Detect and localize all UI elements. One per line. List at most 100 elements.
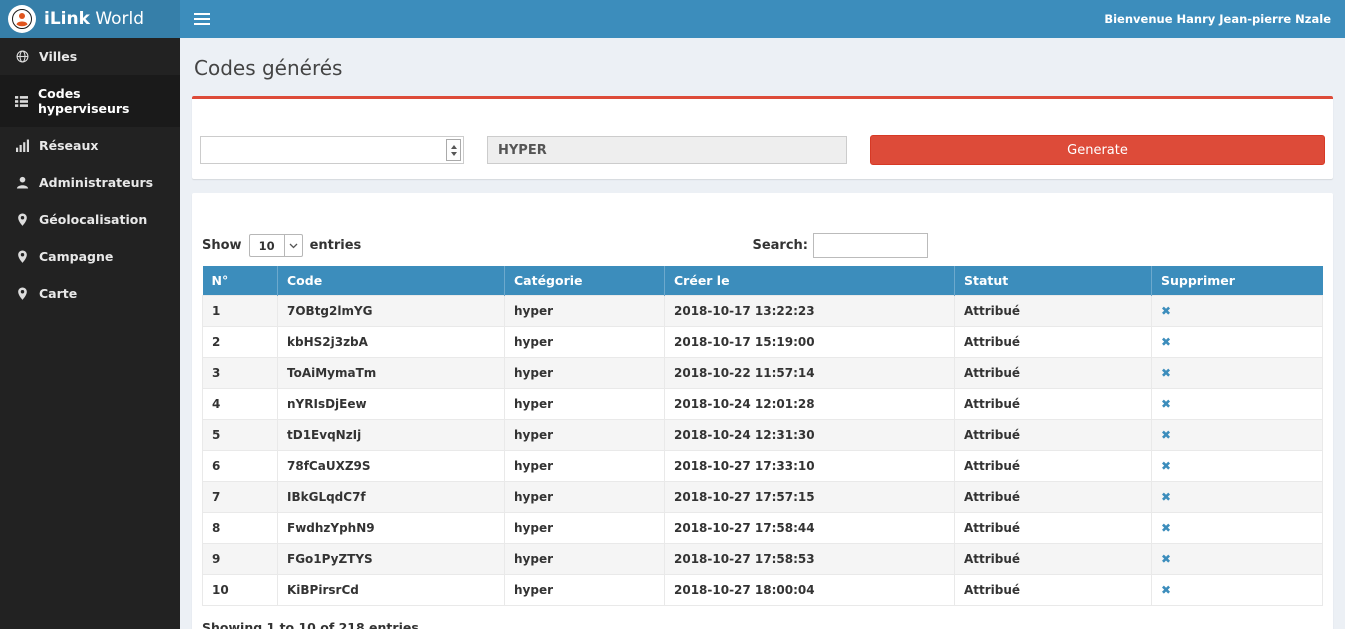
cell-code: ToAiMymaTm: [278, 358, 505, 389]
cell-created: 2018-10-17 13:22:23: [665, 296, 955, 327]
cell-status: Attribué: [955, 482, 1152, 513]
brand: iLink World: [0, 0, 180, 38]
cell-code: nYRIsDjEew: [278, 389, 505, 420]
spinner-up-icon[interactable]: [451, 145, 457, 149]
brand-name: iLink World: [44, 9, 144, 29]
table-row: 17OBtg2lmYGhyper2018-10-17 13:22:23Attri…: [203, 296, 1323, 327]
page-length-control: Show 10 entries: [202, 234, 361, 257]
cell-created: 2018-10-27 17:58:53: [665, 544, 955, 575]
spinner-down-icon[interactable]: [451, 152, 457, 156]
sidebar-item-label: Administrateurs: [39, 175, 153, 190]
header-created: Créer le: [665, 266, 955, 296]
map-marker-icon: [15, 250, 29, 263]
page-length-select[interactable]: 10: [249, 234, 303, 257]
cell-num: 5: [203, 420, 278, 451]
cell-created: 2018-10-27 18:00:04: [665, 575, 955, 606]
generator-panel: Generate: [192, 96, 1333, 179]
cell-created: 2018-10-24 12:31:30: [665, 420, 955, 451]
cell-delete: ✖: [1152, 451, 1323, 482]
cell-category: hyper: [505, 482, 665, 513]
cell-created: 2018-10-27 17:57:15: [665, 482, 955, 513]
cell-category: hyper: [505, 513, 665, 544]
table-row: 5tD1EvqNzIjhyper2018-10-24 12:31:30Attri…: [203, 420, 1323, 451]
sidebar-item-villes[interactable]: Villes: [0, 38, 180, 75]
sidebar-item-carte[interactable]: Carte: [0, 275, 180, 312]
cell-code: 78fCaUXZ9S: [278, 451, 505, 482]
cell-category: hyper: [505, 358, 665, 389]
cell-code: tD1EvqNzIj: [278, 420, 505, 451]
cell-status: Attribué: [955, 420, 1152, 451]
map-marker-icon: [15, 287, 29, 300]
sidebar-item-campagne[interactable]: Campagne: [0, 238, 180, 275]
cell-created: 2018-10-22 11:57:14: [665, 358, 955, 389]
search-input[interactable]: [813, 233, 928, 258]
search-label: Search:: [752, 238, 808, 253]
cell-code: kbHS2j3zbA: [278, 327, 505, 358]
category-input[interactable]: [487, 136, 847, 164]
header-num: N°: [203, 266, 278, 296]
cell-num: 6: [203, 451, 278, 482]
delete-icon[interactable]: ✖: [1161, 521, 1171, 535]
cell-category: hyper: [505, 327, 665, 358]
table-info: Showing 1 to 10 of 218 entries: [202, 620, 1323, 629]
show-label: Show: [202, 238, 242, 253]
generate-button[interactable]: Generate: [870, 135, 1325, 165]
quantity-input[interactable]: [200, 136, 464, 164]
codes-table: N° Code Catégorie Créer le Statut Suppri…: [202, 266, 1323, 606]
delete-icon[interactable]: ✖: [1161, 428, 1171, 442]
cell-category: hyper: [505, 544, 665, 575]
delete-icon[interactable]: ✖: [1161, 490, 1171, 504]
sidebar-item-administrateurs[interactable]: Administrateurs: [0, 164, 180, 201]
cell-num: 1: [203, 296, 278, 327]
delete-icon[interactable]: ✖: [1161, 552, 1171, 566]
sidebar-item-label: Campagne: [39, 249, 113, 264]
cell-code: IBkGLqdC7f: [278, 482, 505, 513]
cell-status: Attribué: [955, 544, 1152, 575]
delete-icon[interactable]: ✖: [1161, 397, 1171, 411]
sidebar-item-codes-hyperviseurs[interactable]: Codes hyperviseurs: [0, 75, 180, 127]
delete-icon[interactable]: ✖: [1161, 366, 1171, 380]
header-status: Statut: [955, 266, 1152, 296]
map-marker-icon: [15, 213, 29, 226]
cell-status: Attribué: [955, 389, 1152, 420]
table-controls: Show 10 entries Search:: [202, 233, 1323, 258]
cell-delete: ✖: [1152, 575, 1323, 606]
table-row: 678fCaUXZ9Shyper2018-10-27 17:33:10Attri…: [203, 451, 1323, 482]
cell-num: 9: [203, 544, 278, 575]
sidebar-item-reseaux[interactable]: Réseaux: [0, 127, 180, 164]
cell-num: 7: [203, 482, 278, 513]
table-header-row: N° Code Catégorie Créer le Statut Suppri…: [203, 266, 1323, 296]
signal-bars-icon: [15, 139, 29, 152]
menu-toggle-icon[interactable]: [194, 10, 210, 28]
cell-created: 2018-10-27 17:58:44: [665, 513, 955, 544]
delete-icon[interactable]: ✖: [1161, 583, 1171, 597]
cell-status: Attribué: [955, 296, 1152, 327]
top-bar: iLink World Bienvenue Hanry Jean-pierre …: [0, 0, 1345, 38]
cell-delete: ✖: [1152, 513, 1323, 544]
cell-num: 2: [203, 327, 278, 358]
sidebar-item-geolocalisation[interactable]: Géolocalisation: [0, 201, 180, 238]
cell-code: 7OBtg2lmYG: [278, 296, 505, 327]
user-icon: [15, 176, 29, 189]
number-spinner[interactable]: [446, 139, 461, 161]
search-control: Search:: [752, 233, 928, 258]
table-row: 8FwdhzYphN9hyper2018-10-27 17:58:44Attri…: [203, 513, 1323, 544]
table-row: 4nYRIsDjEewhyper2018-10-24 12:01:28Attri…: [203, 389, 1323, 420]
delete-icon[interactable]: ✖: [1161, 304, 1171, 318]
cell-code: FGo1PyZTYS: [278, 544, 505, 575]
table-row: 9FGo1PyZTYShyper2018-10-27 17:58:53Attri…: [203, 544, 1323, 575]
cell-created: 2018-10-27 17:33:10: [665, 451, 955, 482]
quantity-field-wrap: [200, 136, 464, 164]
delete-icon[interactable]: ✖: [1161, 335, 1171, 349]
sidebar-item-label: Villes: [39, 49, 77, 64]
cell-category: hyper: [505, 451, 665, 482]
cell-num: 4: [203, 389, 278, 420]
sidebar-item-label: Codes hyperviseurs: [38, 86, 165, 116]
cell-num: 3: [203, 358, 278, 389]
sidebar-item-label: Carte: [39, 286, 77, 301]
cell-created: 2018-10-24 12:01:28: [665, 389, 955, 420]
delete-icon[interactable]: ✖: [1161, 459, 1171, 473]
chevron-down-icon: [284, 235, 302, 256]
navbar: Bienvenue Hanry Jean-pierre Nzale: [180, 0, 1345, 38]
cell-status: Attribué: [955, 327, 1152, 358]
